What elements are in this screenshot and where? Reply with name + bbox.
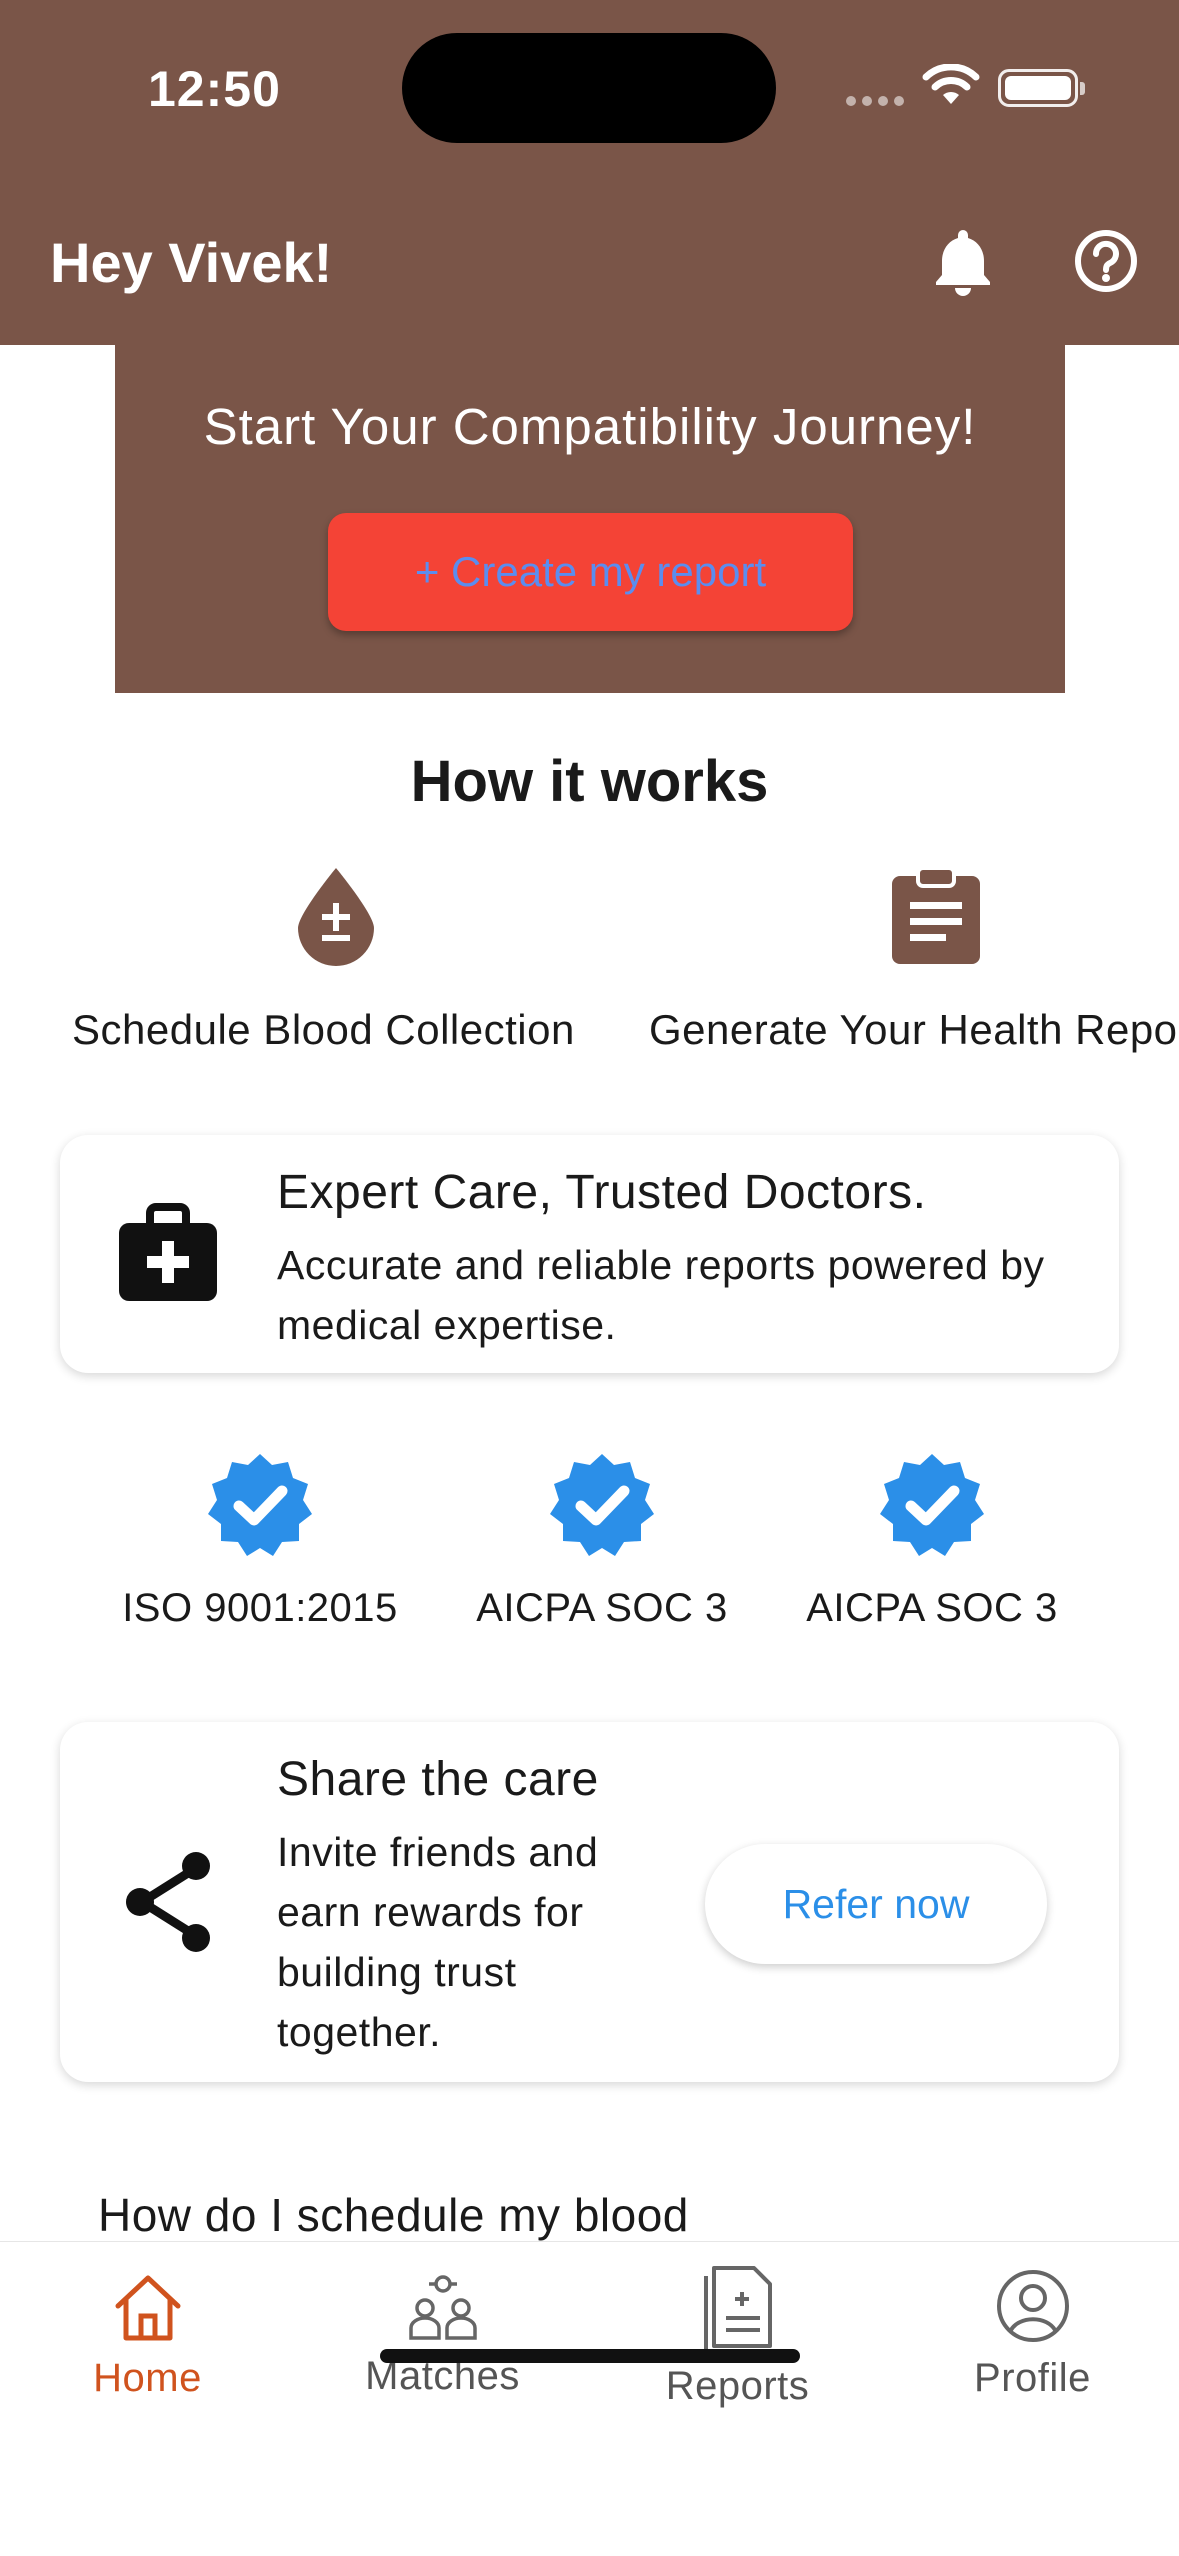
- create-report-button[interactable]: + Create my report: [328, 513, 853, 631]
- bottom-tab-bar: Home Matches Reports Profile: [0, 2241, 1179, 2556]
- expert-card-title: Expert Care, Trusted Doctors.: [277, 1166, 927, 1219]
- battery-icon: [998, 69, 1085, 107]
- clipboard-icon: [892, 866, 980, 964]
- step-label-schedule-blood: Schedule Blood Collection: [72, 1006, 575, 1053]
- tab-matches[interactable]: Matches: [295, 2242, 590, 2399]
- tab-profile[interactable]: Profile: [885, 2242, 1179, 2401]
- tab-label: Profile: [974, 2356, 1091, 2400]
- share-care-card: Share the care Invite friends and earn r…: [60, 1722, 1119, 2082]
- verified-badge-icon: [550, 1454, 654, 1556]
- refer-now-button[interactable]: Refer now: [705, 1844, 1047, 1964]
- tab-label: Reports: [665, 2364, 810, 2408]
- share-card-body: Invite friends and earn rewards for buil…: [277, 1829, 599, 2055]
- app-header: 12:50 Hey Vivek!: [0, 0, 1179, 345]
- hero-title: Start Your Compatibility Journey!: [203, 398, 977, 455]
- section-title-how-it-works: How it works: [410, 749, 769, 814]
- certification-soc3: AICPA SOC 3: [442, 1450, 762, 1631]
- certification-soc3-second: AICPA SOC 3: [772, 1450, 1092, 1631]
- cellular-signal-icon: [846, 96, 904, 106]
- greeting-title: Hey Vivek!: [50, 231, 333, 294]
- home-icon: [115, 2275, 180, 2341]
- verified-badge-icon: [880, 1454, 984, 1556]
- share-icon: [126, 1852, 210, 1952]
- blood-drop-icon: [298, 868, 374, 966]
- faq-question[interactable]: How do I schedule my blood: [98, 2188, 689, 2242]
- dynamic-island: [402, 33, 776, 143]
- tab-home[interactable]: Home: [0, 2242, 295, 2401]
- status-time: 12:50: [148, 61, 281, 117]
- certification-label: AICPA SOC 3: [476, 1586, 728, 1630]
- help-icon[interactable]: [1073, 228, 1139, 294]
- expert-care-card: Expert Care, Trusted Doctors. Accurate a…: [60, 1135, 1119, 1373]
- verified-badge-icon: [208, 1454, 312, 1556]
- home-indicator: [380, 2349, 800, 2363]
- reports-icon: [703, 2266, 772, 2354]
- tab-label: Home: [93, 2356, 202, 2400]
- profile-icon: [996, 2270, 1069, 2342]
- bell-icon[interactable]: [930, 226, 996, 296]
- hero-banner: Start Your Compatibility Journey! + Crea…: [115, 345, 1065, 693]
- wifi-icon: [922, 64, 980, 104]
- medical-kit-icon: [119, 1203, 217, 1301]
- share-card-title: Share the care: [277, 1753, 599, 1806]
- certification-iso: ISO 9001:2015: [100, 1450, 420, 1631]
- matches-icon: [408, 2275, 477, 2340]
- expert-card-body: Accurate and reliable reports powered by…: [277, 1242, 1045, 1348]
- certification-label: AICPA SOC 3: [806, 1586, 1058, 1630]
- tab-reports[interactable]: Reports: [590, 2242, 885, 2409]
- certification-label: ISO 9001:2015: [122, 1586, 398, 1630]
- step-label-generate-report: Generate Your Health Report: [649, 1006, 1179, 1053]
